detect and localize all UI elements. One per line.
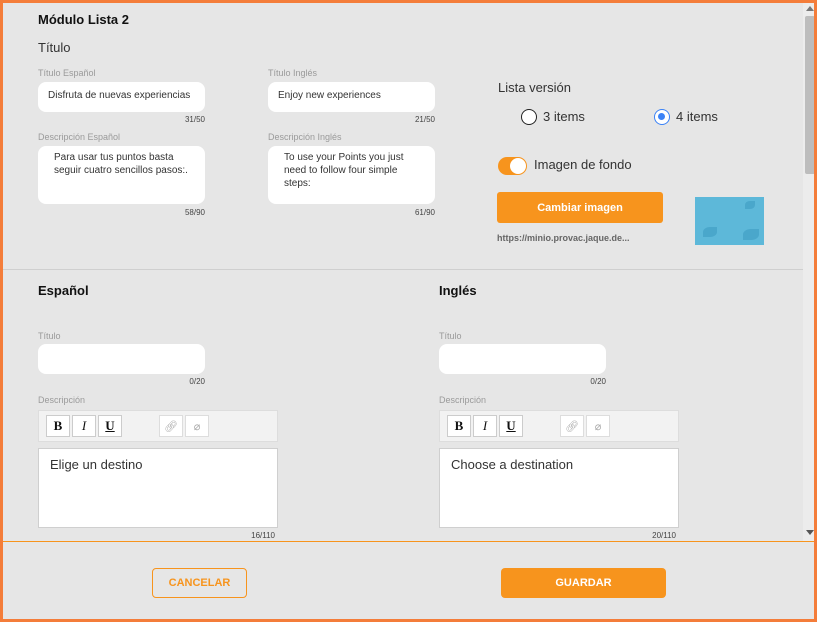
radio-3-items-label[interactable]: 3 items [543,109,585,124]
ingles-editor-toolbar: B I U 🔗︎ ⌀ [439,410,679,442]
desc-es-counter: 58/90 [184,208,205,217]
italic-button[interactable]: I [72,415,96,437]
change-image-button[interactable]: Cambiar imagen [497,192,663,223]
espanol-editor-toolbar: B I U 🔗︎ ⌀ [38,410,278,442]
ingles-desc-label: Descripción [439,395,487,405]
ingles-heading: Inglés [439,283,477,298]
link-icon[interactable]: 🔗︎ [560,415,584,437]
section-title: Título [38,40,71,55]
cancel-button[interactable]: CANCELAR [152,568,247,598]
save-button[interactable]: GUARDAR [501,568,666,598]
desc-es-input[interactable]: Para usar tus puntos basta seguir cuatro… [38,146,205,204]
titulo-es-counter: 31/50 [184,115,205,124]
bold-button[interactable]: B [447,415,471,437]
desc-es-label: Descripción Español [38,132,121,142]
espanol-desc-counter: 16/110 [251,531,275,540]
footer-divider [3,541,814,542]
espanol-desc-editor[interactable]: Elige un destino [38,448,278,528]
espanol-heading: Español [38,283,89,298]
background-image-label: Imagen de fondo [534,157,632,172]
unlink-icon[interactable]: ⌀ [586,415,610,437]
ingles-titulo-counter: 0/20 [590,377,606,386]
underline-button[interactable]: U [499,415,523,437]
scroll-thumb[interactable] [805,16,814,174]
scroll-up-icon[interactable] [806,6,814,11]
image-url: https://minio.provac.jaque.de... [497,233,630,243]
background-thumbnail [695,197,764,245]
espanol-titulo-counter: 0/20 [189,377,205,386]
section-divider [3,269,803,270]
link-icon[interactable]: 🔗︎ [159,415,183,437]
underline-button[interactable]: U [98,415,122,437]
espanol-titulo-input[interactable] [38,344,205,374]
bold-button[interactable]: B [46,415,70,437]
desc-en-label: Descripción Inglés [268,132,342,142]
modal-frame: Módulo Lista 2 Título Título Español Dis… [0,0,817,622]
desc-en-counter: 61/90 [414,208,435,217]
ingles-desc-editor[interactable]: Choose a destination [439,448,679,528]
vertical-scrollbar[interactable] [803,3,814,541]
titulo-en-label: Título Inglés [268,68,318,78]
espanol-titulo-label: Título [38,331,61,341]
titulo-es-input[interactable]: Disfruta de nuevas experiencias [38,82,205,112]
radio-4-items[interactable] [654,109,670,125]
radio-3-items[interactable] [521,109,537,125]
titulo-es-label: Título Español [38,68,96,78]
desc-en-input[interactable]: To use your Points you just need to foll… [268,146,435,204]
ingles-desc-counter: 20/110 [652,531,676,540]
espanol-desc-label: Descripción [38,395,86,405]
titulo-en-input[interactable]: Enjoy new experiences [268,82,435,112]
radio-4-items-label[interactable]: 4 items [676,109,718,124]
unlink-icon[interactable]: ⌀ [185,415,209,437]
italic-button[interactable]: I [473,415,497,437]
scroll-down-icon[interactable] [806,530,814,535]
lista-version-label: Lista versión [498,80,571,95]
ingles-titulo-label: Título [439,331,462,341]
ingles-titulo-input[interactable] [439,344,606,374]
background-image-toggle[interactable] [498,157,527,175]
modal-content: Módulo Lista 2 Título Título Español Dis… [3,3,803,541]
module-title: Módulo Lista 2 [38,12,129,27]
titulo-en-counter: 21/50 [414,115,435,124]
